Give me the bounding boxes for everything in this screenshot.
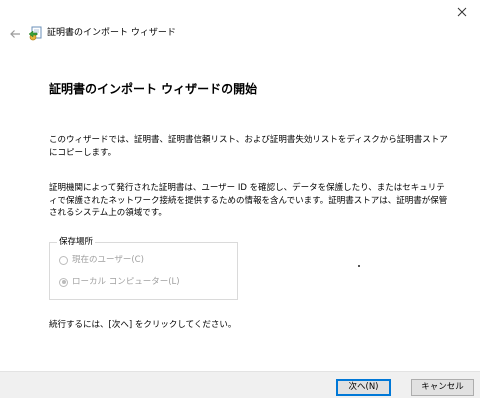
continue-instruction: 続行するには、[次へ] をクリックしてください。 <box>49 320 237 330</box>
current-user-label: 現在のユーザー(C) <box>72 255 144 265</box>
back-arrow-icon <box>10 30 20 38</box>
local-computer-label: ローカル コンピューター(L) <box>72 277 180 287</box>
close-icon <box>457 7 467 17</box>
wizard-title: 証明書のインポート ウィザード <box>47 28 176 38</box>
cursor-dot <box>358 265 360 267</box>
next-button[interactable]: 次へ(N) <box>336 379 391 396</box>
page-heading: 証明書のインポート ウィザードの開始 <box>49 82 258 96</box>
intro-paragraph: このウィザードでは、証明書、証明書信頼リスト、および証明書失効リストをディスクか… <box>49 135 448 158</box>
back-button[interactable] <box>6 25 24 43</box>
button-bar: 次へ(N) キャンセル <box>0 371 480 398</box>
current-user-radio[interactable]: 現在のユーザー(C) <box>59 254 144 266</box>
close-button[interactable] <box>450 3 474 21</box>
store-location-label: 保存場所 <box>57 236 96 248</box>
radio-selected-dot <box>61 280 66 284</box>
radio-button-unselected <box>59 255 68 265</box>
title-bar: 証明書のインポート ウィザード <box>0 0 480 44</box>
certificate-wizard-icon <box>28 26 42 41</box>
local-computer-radio[interactable]: ローカル コンピューター(L) <box>59 276 180 288</box>
wizard-content: 証明書のインポート ウィザードの開始 このウィザードでは、証明書、証明書信頼リス… <box>0 44 480 371</box>
store-location-group <box>49 242 238 300</box>
description-paragraph: 証明機関によって発行された証明書は、ユーザー ID を確認し、データを保護したり… <box>49 183 448 218</box>
cancel-button[interactable]: キャンセル <box>411 379 474 396</box>
radio-button-selected <box>59 277 68 287</box>
